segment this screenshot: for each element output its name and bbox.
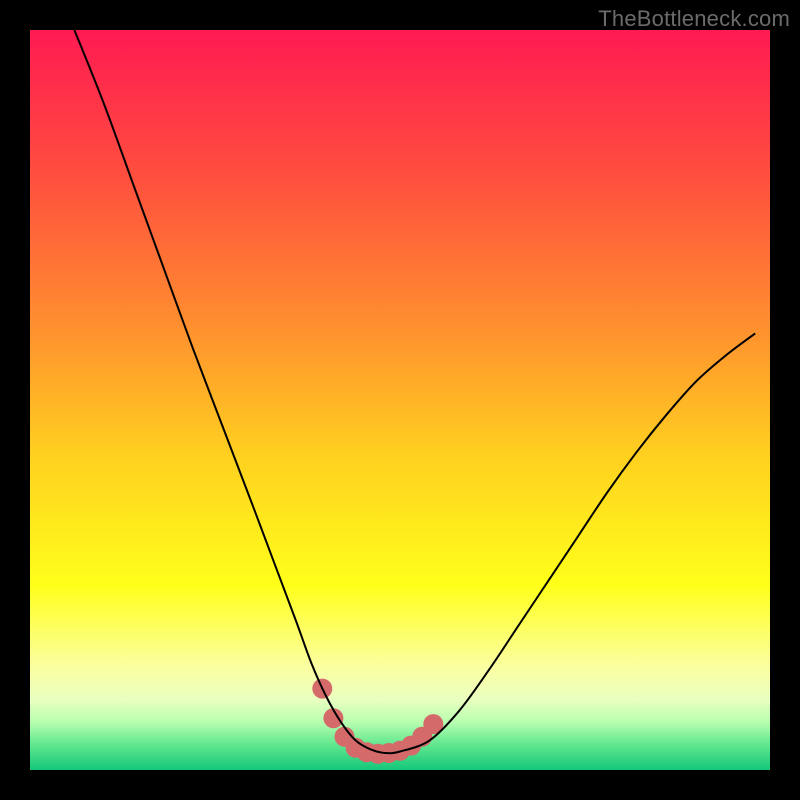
curve-layer [30, 30, 770, 770]
bottleneck-curve [74, 30, 755, 753]
watermark-text: TheBottleneck.com [598, 6, 790, 32]
chart-frame: TheBottleneck.com [0, 0, 800, 800]
plot-area [30, 30, 770, 770]
